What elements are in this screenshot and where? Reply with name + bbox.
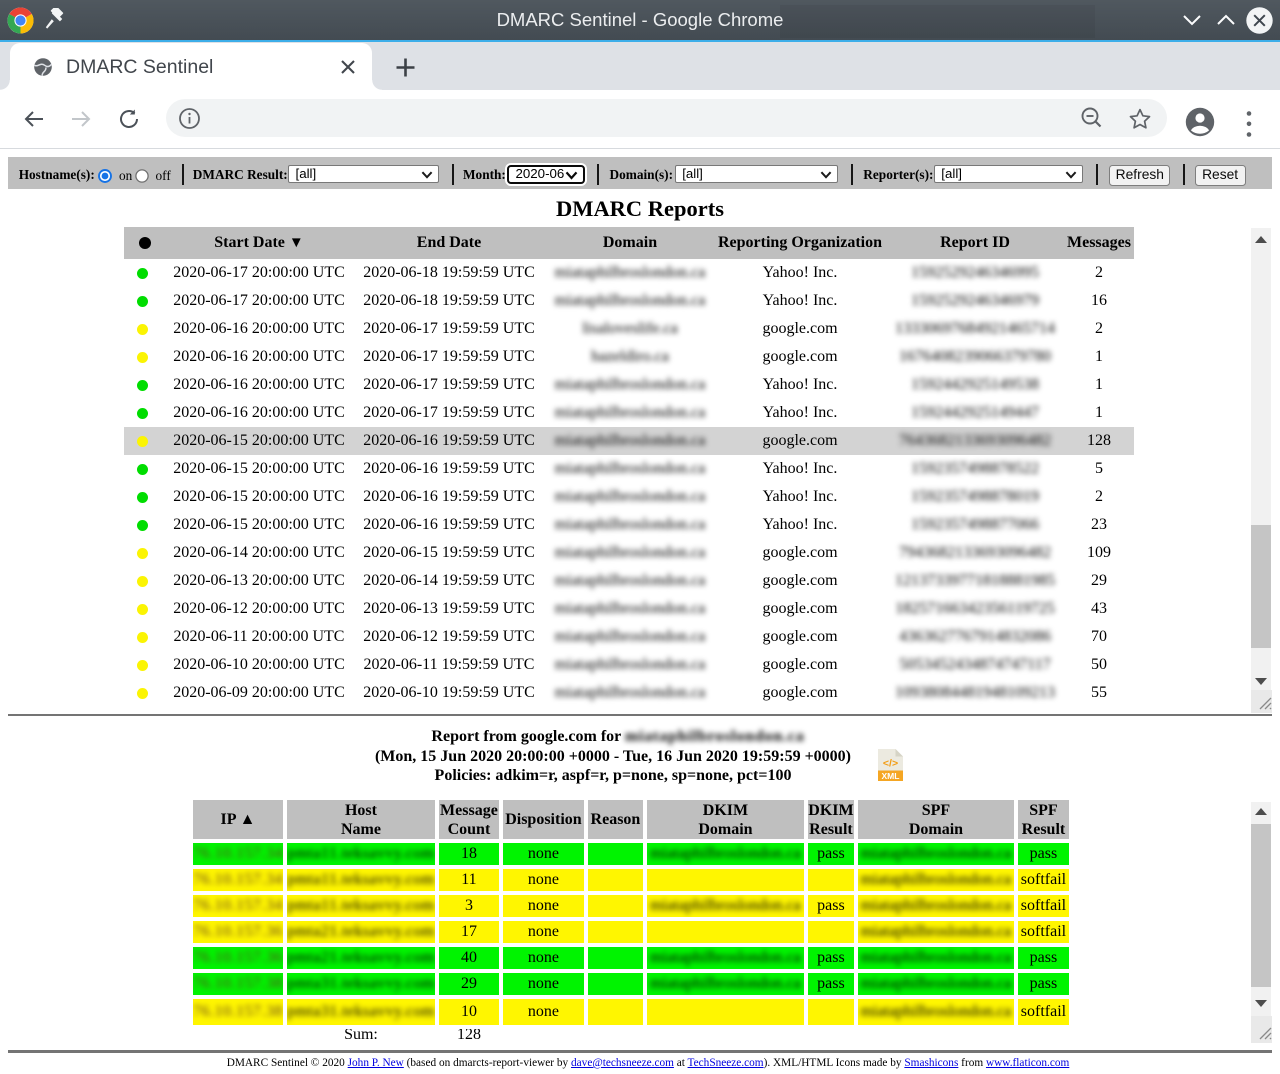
svg-text:</>: </>	[883, 758, 898, 770]
svg-text:XML: XML	[882, 771, 900, 781]
